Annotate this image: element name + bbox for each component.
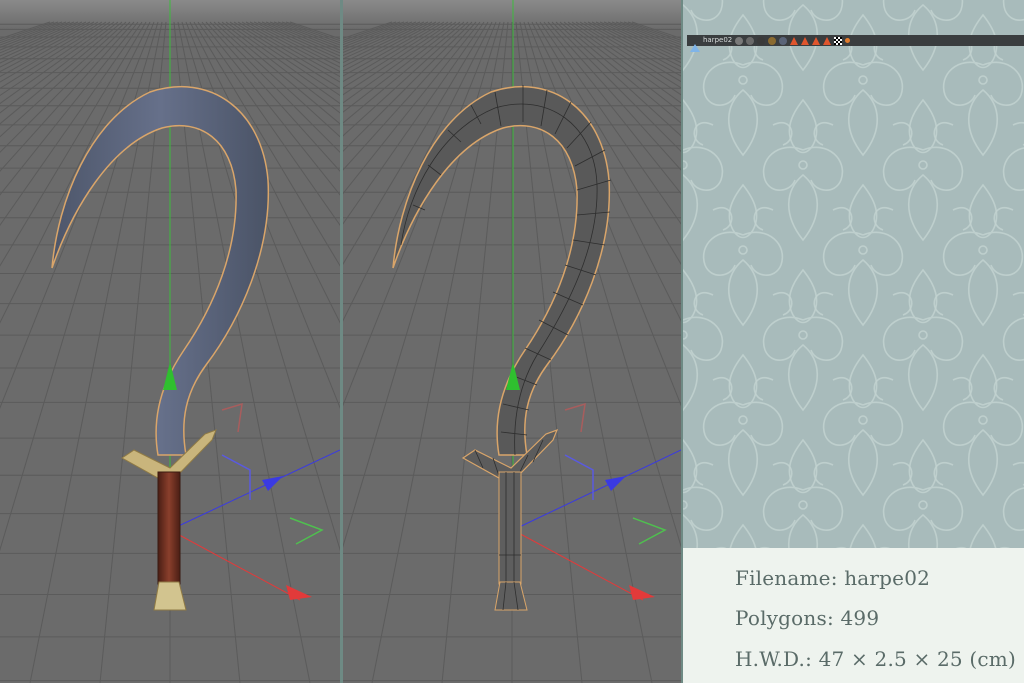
polygon-object-icon (690, 37, 700, 52)
phong-tag-icon[interactable] (801, 36, 810, 45)
uvw-tag-icon[interactable] (834, 36, 843, 45)
object-row[interactable]: harpe02 (687, 35, 1024, 52)
filename-label: Filename: harpe02 (735, 566, 931, 590)
dimensions-label: H.W.D.: 47 × 2.5 × 25 (cm) (735, 647, 1016, 671)
phong-tag-icon[interactable] (790, 36, 799, 45)
polygon-count-label: Polygons: 499 (735, 606, 880, 630)
viewport-wireframe[interactable] (343, 0, 681, 683)
viewport-shaded[interactable] (0, 0, 340, 683)
harpe-wire-handle[interactable] (498, 471, 522, 585)
phong-tag-icon[interactable] (812, 36, 821, 45)
viewport-wireframe-canvas[interactable] (343, 0, 681, 683)
material-sphere-icon[interactable] (757, 36, 766, 45)
selection-tag-icon[interactable] (845, 38, 851, 43)
material-sphere-icon[interactable] (768, 36, 777, 45)
texture-tag-icon[interactable] (746, 36, 755, 45)
harpe-handle[interactable] (157, 471, 181, 585)
damask-pattern (683, 0, 1024, 548)
texture-tag-icon[interactable] (735, 36, 744, 45)
viewport-shaded-canvas[interactable] (0, 0, 340, 683)
object-name[interactable]: harpe02 (703, 35, 732, 46)
phong-tag-icon[interactable] (823, 36, 832, 45)
material-sphere-icon[interactable] (779, 36, 788, 45)
